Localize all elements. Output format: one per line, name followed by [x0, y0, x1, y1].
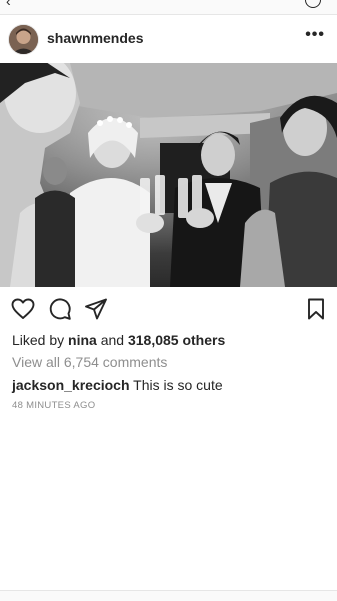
post-username[interactable]: shawnmendes — [47, 30, 143, 46]
likes-middle: and — [100, 332, 125, 348]
post-timestamp: 48 MINUTES AGO — [12, 400, 96, 411]
comment-icon[interactable] — [48, 297, 72, 321]
likes-prefix: Liked by — [12, 332, 65, 348]
comment-text: This is so cute — [133, 377, 223, 393]
comment: jackson_krecioch This is so cute — [12, 377, 223, 393]
direct-icon[interactable] — [305, 0, 321, 8]
likes-summary[interactable]: Liked by nina and 318,085 others — [12, 332, 225, 348]
top-bar: ‹ — [0, 0, 337, 15]
avatar[interactable] — [9, 25, 38, 54]
bottom-bar — [0, 590, 337, 601]
liker-username[interactable]: nina — [68, 332, 97, 348]
post-actions — [0, 297, 337, 323]
likes-count[interactable]: 318,085 others — [128, 332, 225, 348]
view-all-comments-link[interactable]: View all 6,754 comments — [12, 354, 167, 370]
back-icon[interactable]: ‹ — [6, 0, 11, 9]
photo-image — [0, 63, 337, 287]
more-options-icon[interactable]: ••• — [305, 26, 325, 44]
send-icon[interactable] — [84, 297, 108, 321]
post-header: shawnmendes ••• — [0, 20, 337, 60]
post-photo[interactable] — [0, 63, 337, 287]
comment-username[interactable]: jackson_krecioch — [12, 377, 130, 393]
heart-icon[interactable] — [11, 297, 35, 321]
avatar-image — [9, 25, 38, 54]
bookmark-icon[interactable] — [304, 297, 328, 321]
